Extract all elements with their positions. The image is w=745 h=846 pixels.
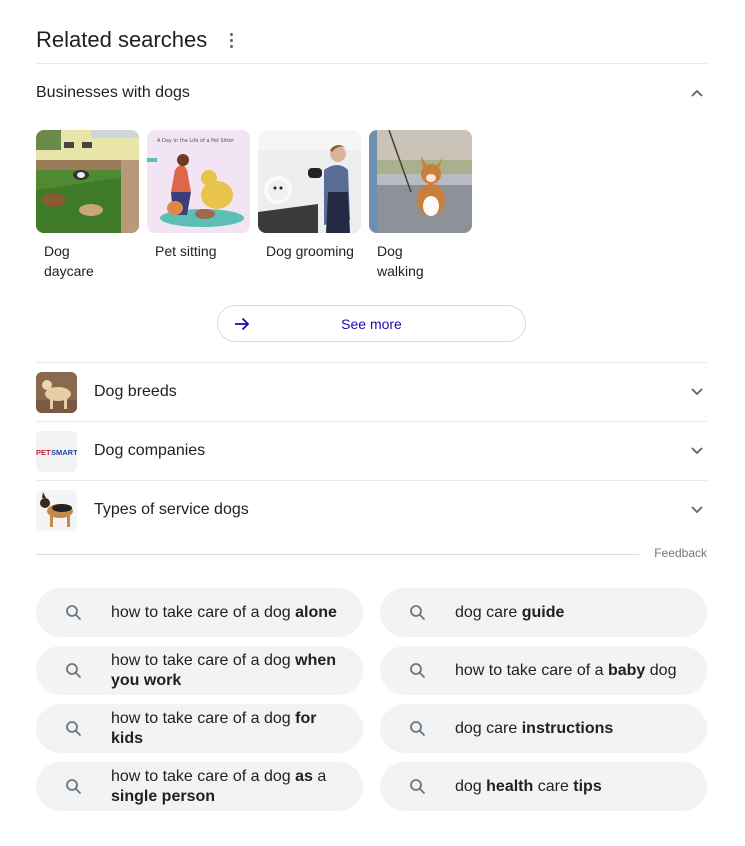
- chevron-down-icon: [687, 500, 707, 520]
- arrow-right-icon: [232, 314, 252, 334]
- chip-label-bold: instructions: [521, 719, 614, 737]
- search-icon: [408, 777, 428, 797]
- card-dog-walking[interactable]: Dog walking: [369, 130, 472, 281]
- chip-label-part: care: [533, 777, 574, 795]
- chip-label: dog care guide: [455, 603, 580, 623]
- chevron-down-icon: [687, 382, 707, 402]
- section-title: Related searches: [36, 27, 208, 52]
- card-label: Pet sitting: [155, 243, 217, 259]
- chip-label: dog care instructions: [455, 719, 629, 739]
- search-icon: [64, 603, 84, 623]
- row-label: Types of service dogs: [94, 501, 249, 518]
- businesses-section-toggle[interactable]: Businesses with dogs: [36, 78, 707, 108]
- see-more-button[interactable]: See more: [217, 305, 526, 342]
- business-cards: Dog daycare A Day in the Life of a Pet S…: [36, 130, 472, 281]
- chip-label-part: how to take care of a dog: [111, 767, 296, 785]
- svg-text:SMART: SMART: [51, 448, 77, 457]
- chip-label-part: how to take care of a dog: [111, 709, 296, 727]
- related-searches-header: Related searches: [36, 24, 239, 56]
- chip-label: how to take care of a baby dog: [455, 661, 692, 681]
- chip-label-part: dog: [455, 777, 487, 795]
- more-vert-icon[interactable]: [223, 28, 239, 52]
- feedback-divider: [36, 554, 639, 555]
- related-search-chip[interactable]: dog care guide: [380, 588, 707, 637]
- chip-label: dog health care tips: [455, 777, 618, 797]
- card-dog-daycare[interactable]: Dog daycare: [36, 130, 139, 281]
- illustration-caption: A Day in the Life of a Pet Sitter: [157, 138, 235, 144]
- german-shepherd-photo: [36, 489, 77, 531]
- petsmart-logo: PET SMART: [36, 430, 77, 472]
- search-icon: [64, 719, 84, 739]
- groomer-drying-white-dog-photo: [258, 130, 361, 233]
- pet-sitter-illustration: A Day in the Life of a Pet Sitter: [147, 130, 250, 233]
- row-label: Dog companies: [94, 442, 206, 459]
- chip-label-part: a: [312, 767, 327, 785]
- related-search-chip[interactable]: dog health care tips: [380, 762, 707, 811]
- chip-label-part: dog: [645, 661, 677, 679]
- svg-text:PET: PET: [36, 448, 51, 457]
- chip-label-part: dog care: [455, 719, 522, 737]
- row-dog-breeds[interactable]: Dog breeds: [36, 363, 707, 421]
- chip-label: how to take care of a dog when you work: [111, 651, 363, 691]
- chip-label-bold: guide: [521, 603, 565, 621]
- feedback-link[interactable]: Feedback: [654, 546, 707, 560]
- chip-label: how to take care of a dog as a single pe…: [111, 767, 363, 807]
- card-pet-sitting[interactable]: A Day in the Life of a Pet Sitter Pet si…: [147, 130, 250, 281]
- row-types-of-service-dogs[interactable]: Types of service dogs: [36, 481, 707, 539]
- row-label: Dog breeds: [94, 383, 177, 400]
- chip-label-bold: single person: [111, 787, 216, 805]
- chip-label: how to take care of a dog for kids: [111, 709, 363, 749]
- related-search-chip[interactable]: how to take care of a baby dog: [380, 646, 707, 695]
- related-search-chip[interactable]: how to take care of a dog for kids: [36, 704, 363, 753]
- dogs-playing-in-yard-photo: [36, 130, 139, 233]
- search-icon: [408, 719, 428, 739]
- chip-label-part: how to take care of a: [455, 661, 608, 679]
- chip-label-part: dog care: [455, 603, 522, 621]
- chip-label: how to take care of a dog alone: [111, 603, 353, 623]
- chip-label-bold: health: [486, 777, 534, 795]
- chip-label-bold: as: [295, 767, 313, 785]
- related-search-chip[interactable]: how to take care of a dog when you work: [36, 646, 363, 695]
- related-search-chip[interactable]: how to take care of a dog alone: [36, 588, 363, 637]
- chevron-up-icon: [687, 83, 707, 103]
- chip-label-part: how to take care of a dog: [111, 603, 296, 621]
- chip-label-bold: alone: [295, 603, 337, 621]
- chip-label-bold: baby: [607, 661, 646, 679]
- related-search-chips: how to take care of a dog alone dog care …: [36, 588, 707, 811]
- card-label: Dog walking: [377, 243, 424, 279]
- corgi-on-leash-photo: [369, 130, 472, 233]
- search-icon: [408, 603, 428, 623]
- related-search-chip[interactable]: how to take care of a dog as a single pe…: [36, 762, 363, 811]
- card-label: Dog daycare: [44, 243, 94, 279]
- divider: [36, 63, 707, 64]
- search-icon: [64, 661, 84, 681]
- search-icon: [408, 661, 428, 681]
- businesses-section-title: Businesses with dogs: [36, 84, 190, 101]
- row-dog-companies[interactable]: PET SMART Dog companies: [36, 422, 707, 480]
- chip-label-bold: tips: [573, 777, 602, 795]
- card-label: Dog grooming: [266, 243, 354, 259]
- see-more-label: See more: [341, 315, 402, 332]
- related-search-chip[interactable]: dog care instructions: [380, 704, 707, 753]
- card-dog-grooming[interactable]: Dog grooming: [258, 130, 361, 281]
- chip-label-part: how to take care of a dog: [111, 651, 296, 669]
- golden-retriever-photo: [36, 371, 77, 413]
- chevron-down-icon: [687, 441, 707, 461]
- search-icon: [64, 777, 84, 797]
